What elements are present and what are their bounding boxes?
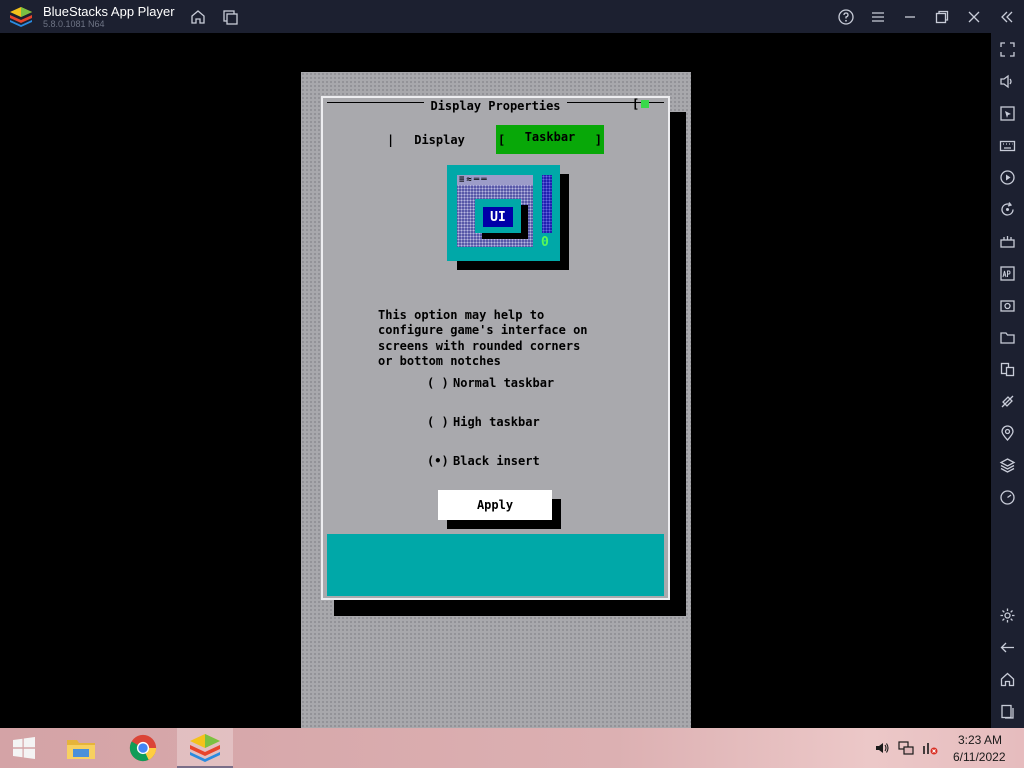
radio-mark: ( ) xyxy=(427,415,449,429)
illustration-ui-label: UI xyxy=(483,207,513,227)
windows-logo-icon xyxy=(13,737,35,759)
apk-icon[interactable] xyxy=(996,262,1018,284)
settings-icon[interactable] xyxy=(996,604,1018,626)
tab-bracket-open: [ xyxy=(498,132,506,147)
minimize-icon[interactable] xyxy=(899,6,921,28)
restore-icon[interactable] xyxy=(931,6,953,28)
bluestacks-icon xyxy=(190,734,220,762)
multi-instance-icon[interactable] xyxy=(996,358,1018,380)
illustration-ui-frame: UI xyxy=(475,199,521,233)
chrome-icon xyxy=(129,734,157,762)
recent-apps-icon[interactable] xyxy=(996,700,1018,722)
cursor-icon[interactable] xyxy=(996,102,1018,124)
back-icon[interactable] xyxy=(996,636,1018,658)
start-button[interactable] xyxy=(0,728,48,768)
help-icon[interactable] xyxy=(835,6,857,28)
performance-icon[interactable] xyxy=(996,486,1018,508)
radio-normal-taskbar[interactable]: ( ) Normal taskbar xyxy=(427,375,554,391)
eco-mode-icon[interactable] xyxy=(996,390,1018,412)
illustration-window: ≡≈══ UI xyxy=(457,175,533,247)
windows-taskbar: 3:23 AM 6/11/2022 xyxy=(0,728,1024,768)
no-internet-icon[interactable] xyxy=(922,740,938,756)
clock-date[interactable]: 6/11/2022 xyxy=(953,750,1006,764)
radio-label: Black insert xyxy=(453,454,540,468)
radio-black-insert[interactable]: (•) Black insert xyxy=(427,453,540,469)
collapse-sidebar-icon[interactable] xyxy=(996,6,1018,28)
tab-separator: | xyxy=(387,133,395,147)
tab-display-label: Display xyxy=(414,133,465,147)
close-led-icon xyxy=(641,100,650,108)
app-title: BlueStacks App Player xyxy=(43,4,175,19)
close-icon[interactable] xyxy=(963,6,985,28)
dialog-close-button[interactable]: [ xyxy=(632,97,658,111)
radio-label: Normal taskbar xyxy=(453,376,555,390)
apply-button[interactable]: Apply xyxy=(438,490,552,520)
screenshot-icon[interactable] xyxy=(996,294,1018,316)
tab-taskbar[interactable]: [ Taskbar ] xyxy=(496,125,604,154)
illustration-counter: 0 xyxy=(541,235,549,250)
illustration-scrollbar xyxy=(542,175,552,233)
ui-illustration: ≡≈══ UI 0 xyxy=(447,165,560,261)
volume-icon[interactable] xyxy=(996,70,1018,92)
location-icon[interactable] xyxy=(996,422,1018,444)
display-properties-dialog: Display Properties [ | Display [ Taskbar… xyxy=(321,96,670,600)
app-version: 5.8.0.1081 N64 xyxy=(43,19,105,29)
radio-mark-selected: (•) xyxy=(427,454,449,468)
bottom-teal-panel xyxy=(327,534,664,596)
taskbar-chrome[interactable] xyxy=(115,728,171,768)
folder-icon[interactable] xyxy=(996,326,1018,348)
dialog-close-bracket: [ xyxy=(632,97,640,111)
taskbar-file-explorer[interactable] xyxy=(53,728,109,768)
game-viewport: Display Properties [ | Display [ Taskbar… xyxy=(301,72,691,728)
network-icon[interactable] xyxy=(898,740,914,756)
home-icon[interactable] xyxy=(996,668,1018,690)
emulator-screen: Display Properties [ | Display [ Taskbar… xyxy=(0,33,991,728)
speaker-icon[interactable] xyxy=(874,740,890,756)
clock-time[interactable]: 3:23 AM xyxy=(958,733,1002,747)
bluestacks-logo-icon xyxy=(9,6,33,28)
radio-high-taskbar[interactable]: ( ) High taskbar xyxy=(427,414,540,430)
macro-icon[interactable] xyxy=(996,230,1018,252)
option-description: This option may help to configure game's… xyxy=(378,308,588,368)
multi-instance-icon[interactable] xyxy=(219,6,241,28)
taskbar-bluestacks[interactable] xyxy=(177,728,233,768)
title-bar: BlueStacks App Player 5.8.0.1081 N64 xyxy=(0,0,1024,33)
radio-mark: ( ) xyxy=(427,376,449,390)
tab-bracket-close: ] xyxy=(594,132,602,147)
tab-display[interactable]: | Display xyxy=(387,129,477,151)
home-icon[interactable] xyxy=(187,6,209,28)
layers-icon[interactable] xyxy=(996,454,1018,476)
dialog-title: Display Properties xyxy=(323,99,668,113)
file-explorer-icon xyxy=(67,740,95,759)
fullscreen-icon[interactable] xyxy=(996,38,1018,60)
tab-taskbar-label: Taskbar xyxy=(524,129,576,144)
radio-label: High taskbar xyxy=(453,415,540,429)
rotate-icon[interactable] xyxy=(996,198,1018,220)
keyboard-icon[interactable] xyxy=(996,134,1018,156)
menu-icon[interactable] xyxy=(867,6,889,28)
bluestacks-sidebar xyxy=(991,33,1024,728)
record-icon[interactable] xyxy=(996,166,1018,188)
illustration-titlebar: ≡≈══ xyxy=(457,175,533,185)
